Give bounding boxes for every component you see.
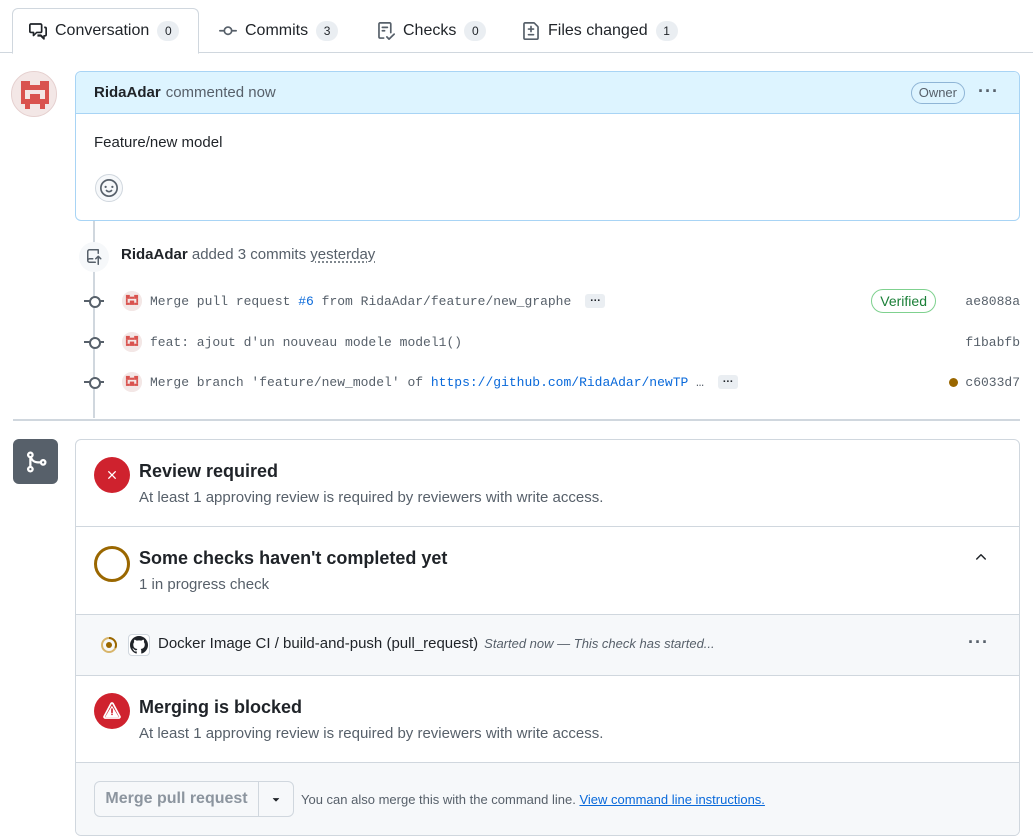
tab-label: Conversation [55,22,150,39]
tab-label: Files changed [548,22,648,39]
git-commit-icon [219,26,237,36]
commit-row: feat: ajout d'un nouveau modele model1()… [84,331,1022,353]
tab-conversation[interactable]: Conversation 0 [12,8,199,54]
section-title: Merging is blocked [139,697,303,717]
repo-link[interactable]: https://github.com/RidaAdar/newTP [431,375,688,390]
git-commit-icon [84,332,104,352]
x-circle-icon [94,457,130,493]
check-description: Started now — This check has started... [484,636,715,651]
merge-box: Review required At least 1 approving rev… [75,439,1020,836]
commit-row: Merge branch 'feature/new_model' of http… [84,371,1022,393]
identicon-icon [122,291,142,311]
verified-badge[interactable]: Verified [871,289,936,313]
check-item-row[interactable]: Docker Image CI / build-and-push (pull_r… [76,615,1019,676]
identicon-icon [12,72,56,116]
tab-count: 3 [316,21,339,41]
commit-message[interactable]: Merge pull request #6 from RidaAdar/feat… [150,294,571,309]
review-required-section: Review required At least 1 approving rev… [76,440,1019,527]
push-time[interactable]: yesterday [310,246,375,263]
tab-label: Commits [245,22,309,39]
tab-count: 0 [464,21,487,41]
owner-badge: Owner [910,82,965,104]
commit-sha[interactable]: c6033d7 [965,375,1020,390]
merge-method-dropdown[interactable] [259,782,293,816]
smiley-icon [100,179,118,197]
tab-checks[interactable]: Checks 0 [361,8,502,54]
commit-message-text: Merge branch 'feature/new_model' of [150,374,431,390]
commit-message-text: Merge pull request [150,293,299,309]
comment-body: Feature/new model [94,134,223,151]
tab-files-changed[interactable]: Files changed 1 [506,8,694,54]
commit-message[interactable]: feat: ajout d'un nouveau modele model1() [150,335,462,350]
checklist-icon [378,22,395,40]
pending-circle-icon [94,546,130,582]
push-event-badge [79,242,109,272]
merge-button-group: Merge pull request [94,781,294,817]
check-name-text: Docker Image CI / build-and-push (pull_r… [158,635,479,652]
comment-box: RidaAdar commented now Owner ··· Feature… [75,71,1020,221]
pr-link[interactable]: #6 [298,294,314,309]
repo-push-icon [87,249,102,265]
comment-timestamp[interactable]: commented now [166,84,276,101]
expand-commit-button[interactable]: … [585,293,606,308]
in-progress-icon [101,637,117,653]
commit-message[interactable]: Merge branch 'feature/new_model' of http… [150,375,704,390]
checks-section[interactable]: Some checks haven't completed yet 1 in p… [76,527,1019,615]
avatar[interactable] [122,291,142,311]
tab-count: 0 [157,21,180,41]
push-author[interactable]: RidaAdar [121,246,188,263]
section-subtitle: 1 in progress check [139,576,270,593]
commit-sha[interactable]: f1babfb [965,335,1020,350]
check-name[interactable]: Docker Image CI / build-and-push (pull_r… [158,635,715,652]
commit-sha[interactable]: ae8088a [965,294,1020,309]
merge-hint: You can also merge this with the command… [301,792,765,807]
section-title: Some checks haven't completed yet [139,548,448,568]
avatar[interactable] [122,372,142,392]
alert-icon [94,693,130,729]
pr-tabs: Conversation 0 Commits 3 Checks 0 Files … [0,0,1033,54]
timeline-divider [13,419,1020,421]
git-commit-icon [84,291,104,311]
merge-footer: Merge pull request You can also merge th… [76,763,1019,835]
comment-author[interactable]: RidaAdar [94,84,161,101]
git-commit-icon [84,372,104,392]
merge-hint-text: You can also merge this with the command… [301,792,576,807]
merge-status-badge [13,439,58,484]
tab-commits[interactable]: Commits 3 [203,8,354,54]
comment-more-button[interactable]: ··· [978,81,999,102]
avatar[interactable] [122,332,142,352]
expand-commit-button[interactable]: … [717,374,738,389]
commit-row: Merge pull request #6 from RidaAdar/feat… [84,289,1022,313]
push-event-text: RidaAdar added 3 commits yesterday [121,246,375,263]
section-subtitle: At least 1 approving review is required … [139,489,604,506]
add-reaction-button[interactable] [95,174,123,202]
github-mark-icon [130,636,148,654]
comment-header: RidaAdar commented now Owner ··· [76,72,1019,114]
triangle-down-icon [272,798,280,802]
check-more-button[interactable]: ··· [968,632,989,653]
comment-discussion-icon [29,23,47,40]
merging-blocked-section: Merging is blocked At least 1 approving … [76,676,1019,763]
command-line-instructions-link[interactable]: View command line instructions. [579,792,764,807]
github-app-avatar [128,634,150,656]
identicon-icon [122,332,142,352]
tab-label: Checks [403,22,457,39]
identicon-icon [122,372,142,392]
commit-message-text: from RidaAdar/feature/new_graphe [313,293,572,309]
section-title: Review required [139,461,279,481]
tab-count: 1 [655,21,678,41]
git-merge-icon [26,451,47,472]
chevron-up-icon[interactable] [973,549,989,565]
avatar[interactable] [11,71,57,117]
section-subtitle: At least 1 approving review is required … [139,725,604,742]
commit-message-text: … [688,374,704,390]
file-diff-icon [523,22,539,40]
pending-status-icon[interactable] [949,377,958,387]
merge-pull-request-button[interactable]: Merge pull request [95,782,259,816]
push-action: added 3 commits [191,246,307,263]
